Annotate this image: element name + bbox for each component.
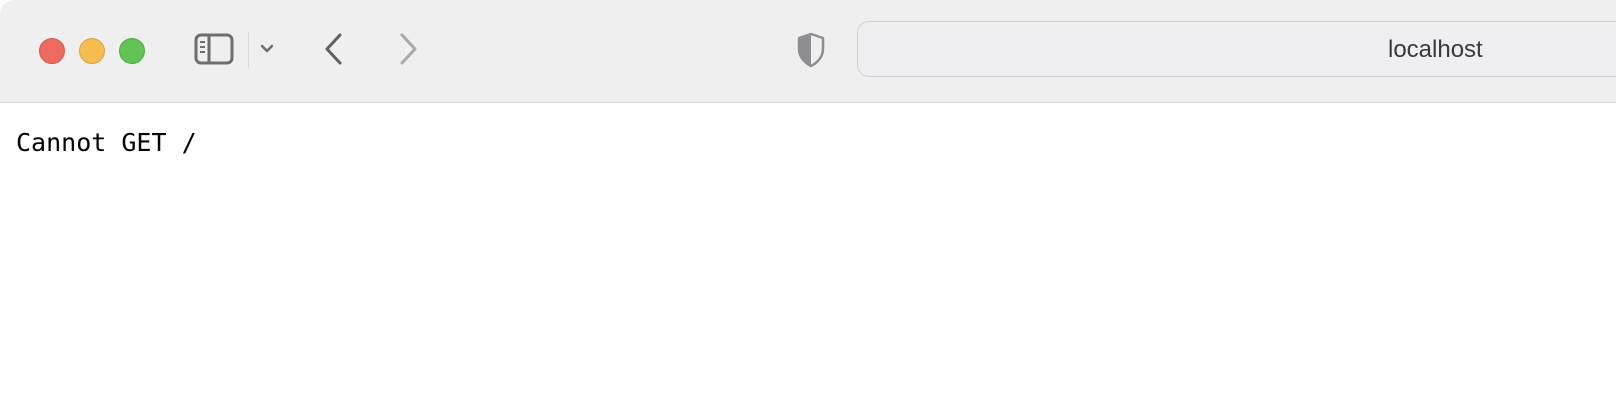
browser-toolbar: localhost: [0, 0, 1616, 103]
close-window-button[interactable]: [39, 38, 65, 64]
privacy-report-button[interactable]: [792, 30, 830, 70]
chevron-down-icon: [260, 44, 274, 53]
toggle-sidebar-button[interactable]: [192, 30, 236, 68]
back-button[interactable]: [318, 30, 350, 68]
browser-window: localhost Cannot GET /: [0, 0, 1616, 412]
address-text: localhost: [1388, 36, 1483, 63]
chevron-right-icon: [400, 33, 417, 65]
error-message: Cannot GET /: [16, 128, 197, 157]
zoom-window-button[interactable]: [119, 38, 145, 64]
address-bar[interactable]: localhost: [857, 21, 1616, 77]
page-content: Cannot GET /: [0, 104, 1616, 412]
sidebar-menu-button[interactable]: [256, 38, 278, 60]
toolbar-separator: [248, 32, 249, 68]
shield-icon: [797, 32, 825, 68]
forward-button[interactable]: [392, 30, 424, 68]
chevron-left-icon: [325, 33, 342, 65]
sidebar-icon: [194, 33, 234, 65]
minimize-window-button[interactable]: [79, 38, 105, 64]
